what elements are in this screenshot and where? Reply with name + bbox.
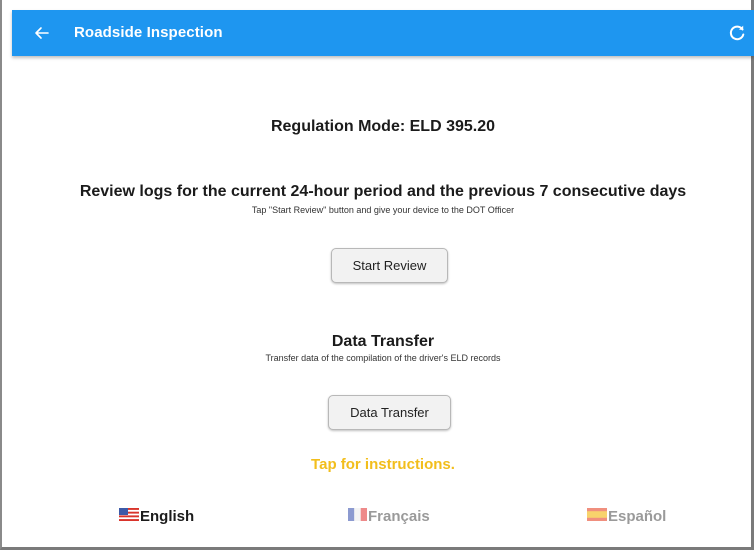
start-review-button[interactable]: Start Review bbox=[331, 248, 448, 283]
spain-flag-icon bbox=[587, 508, 608, 525]
review-logs-heading: Review logs for the current 24-hour peri… bbox=[79, 183, 687, 200]
app-window: Roadside Inspection Regulation Mode: ELD… bbox=[0, 0, 754, 550]
language-option-spanish[interactable]: Español bbox=[587, 508, 666, 525]
us-flag-icon bbox=[119, 508, 140, 525]
instructions-link[interactable]: Tap for instructions. bbox=[12, 456, 754, 473]
language-option-french[interactable]: Français bbox=[348, 508, 430, 525]
data-transfer-heading: Data Transfer bbox=[331, 333, 435, 350]
language-option-english[interactable]: English bbox=[119, 508, 194, 525]
data-transfer-description: Transfer data of the compilation of the … bbox=[265, 353, 501, 363]
page-title: Roadside Inspection bbox=[74, 24, 223, 41]
language-label: Français bbox=[368, 508, 430, 525]
france-flag-icon bbox=[348, 508, 368, 525]
refresh-icon[interactable] bbox=[726, 22, 748, 44]
review-logs-description: Tap "Start Review" button and give your … bbox=[251, 205, 515, 215]
arrow-left-icon[interactable] bbox=[32, 23, 52, 43]
language-label: Español bbox=[608, 508, 667, 525]
regulation-mode-label: Regulation Mode: ELD 395.20 bbox=[270, 118, 496, 135]
language-label: English bbox=[140, 508, 195, 525]
data-transfer-button[interactable]: Data Transfer bbox=[328, 395, 451, 430]
app-bar: Roadside Inspection bbox=[12, 10, 754, 56]
